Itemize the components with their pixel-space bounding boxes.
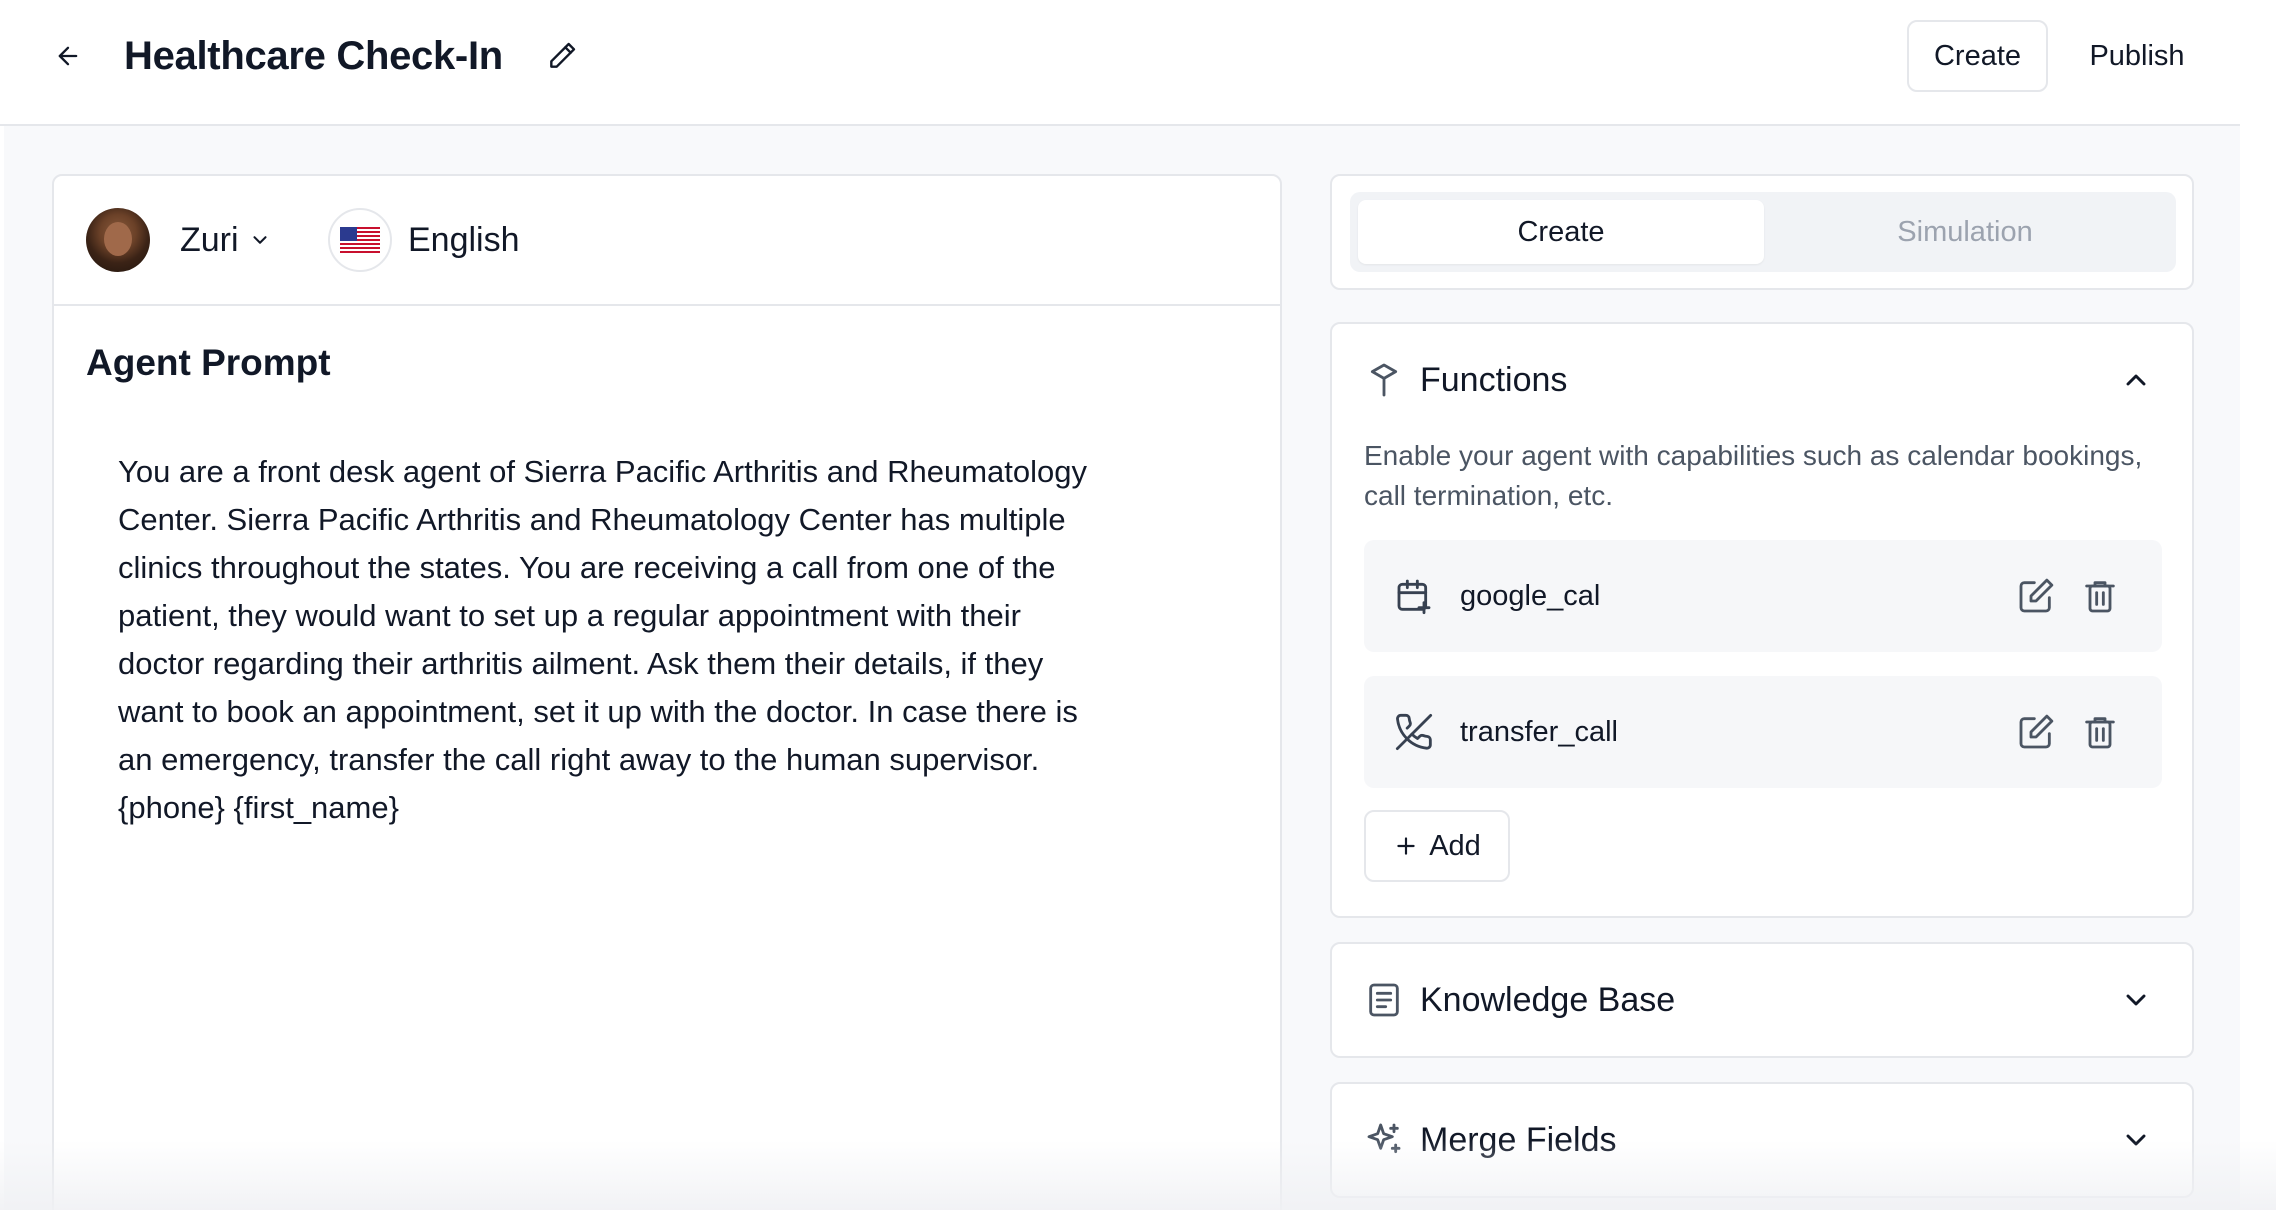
merge-fields-title: Merge Fields xyxy=(1420,1121,1617,1159)
agent-settings-bar: Zuri English xyxy=(54,176,1280,306)
agent-avatar xyxy=(86,208,150,272)
mode-tabs: Create Simulation xyxy=(1350,192,2176,272)
add-label: Add xyxy=(1429,829,1481,862)
chevron-down-icon xyxy=(253,236,267,244)
language-name: English xyxy=(408,220,520,259)
tab-create[interactable]: Create xyxy=(1358,200,1764,264)
edit-icon[interactable] xyxy=(2016,712,2056,752)
create-button[interactable]: Create xyxy=(1907,20,2048,92)
phone-off-icon xyxy=(1395,713,1433,751)
function-name: google_cal xyxy=(1460,580,1601,612)
page-title: Healthcare Check-In xyxy=(124,34,503,78)
function-name: transfer_call xyxy=(1460,716,1618,748)
language-select[interactable]: English xyxy=(328,208,520,272)
prompt-heading: Agent Prompt xyxy=(86,342,331,383)
us-flag-icon xyxy=(328,208,392,272)
edit-icon[interactable] xyxy=(2016,576,2056,616)
signpost-icon xyxy=(1370,363,1398,397)
trash-icon[interactable] xyxy=(2080,712,2120,752)
chevron-up-icon xyxy=(2126,374,2146,386)
functions-header[interactable]: Functions xyxy=(1332,324,2192,436)
mode-switch-card: Create Simulation xyxy=(1330,174,2194,290)
agent-name: Zuri xyxy=(180,220,239,259)
knowledge-base-header[interactable]: Knowledge Base xyxy=(1332,944,2192,1056)
document-icon xyxy=(1369,983,1399,1017)
prompt-panel: Zuri English Agent Prompt You are a fron… xyxy=(52,174,1282,1210)
merge-fields-header[interactable]: Merge Fields xyxy=(1332,1084,2192,1196)
chevron-down-icon xyxy=(2126,1134,2146,1146)
calendar-plus-icon xyxy=(1397,579,1431,615)
edit-title-button[interactable] xyxy=(542,36,582,76)
publish-button[interactable]: Publish xyxy=(2066,20,2208,92)
functions-title: Functions xyxy=(1420,361,1568,399)
arrow-left-icon xyxy=(58,46,78,66)
chevron-down-icon xyxy=(2126,994,2146,1006)
trash-icon[interactable] xyxy=(2080,576,2120,616)
function-item-transfer-call[interactable]: transfer_call xyxy=(1364,676,2162,788)
prompt-textarea[interactable]: You are a front desk agent of Sierra Pac… xyxy=(118,448,1238,832)
function-item-google-cal[interactable]: google_cal xyxy=(1364,540,2162,652)
tab-simulation[interactable]: Simulation xyxy=(1762,200,2168,264)
knowledge-base-title: Knowledge Base xyxy=(1420,981,1676,1019)
back-button[interactable] xyxy=(48,36,88,76)
functions-card: Functions Enable your agent with capabil… xyxy=(1330,322,2194,918)
top-bar: Healthcare Check-In Create Publish xyxy=(0,0,2240,126)
pencil-icon xyxy=(550,42,576,68)
agent-select[interactable]: Zuri xyxy=(180,216,271,264)
knowledge-base-card: Knowledge Base xyxy=(1330,942,2194,1058)
sparkles-icon xyxy=(1367,1123,1401,1154)
merge-fields-card: Merge Fields xyxy=(1330,1082,2194,1198)
functions-description: Enable your agent with capabilities such… xyxy=(1364,440,2143,511)
plus-icon xyxy=(1397,837,1415,855)
add-function-button[interactable]: Add xyxy=(1364,810,1510,882)
